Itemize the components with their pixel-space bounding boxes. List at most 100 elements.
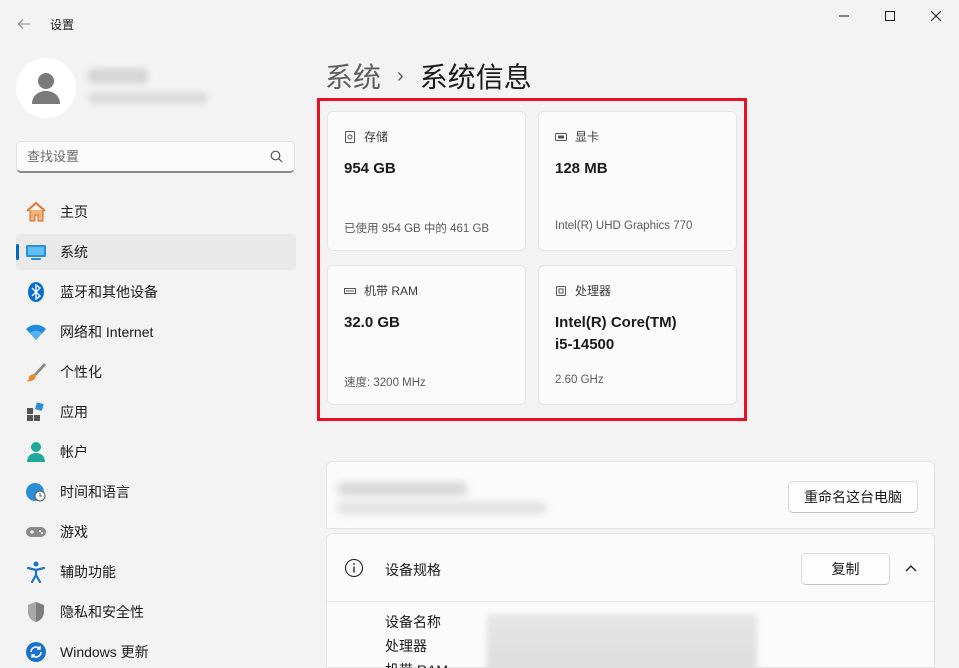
sidebar-item-label: 游戏	[60, 524, 88, 540]
sidebar-item-network[interactable]: 网络和 Internet	[16, 314, 296, 350]
sidebar-nav: 主页 系统 蓝牙和其他设备 网络和 Internet 个性化 应用 帐户 时间和…	[16, 194, 296, 668]
ram-card: 机带 RAM 32.0 GB 速度: 3200 MHz	[327, 265, 526, 405]
cpu-model-line2: i5-14500	[555, 336, 615, 353]
user-email-redacted	[88, 92, 208, 104]
home-icon	[25, 201, 47, 223]
sidebar-item-label: 辅助功能	[60, 564, 116, 580]
spec-row: 设备名称	[385, 612, 485, 636]
spec-key: 设备名称	[385, 614, 441, 630]
sidebar-item-label: 隐私和安全性	[60, 604, 144, 620]
storage-usage: 已使用 954 GB 中的 461 GB	[344, 223, 490, 235]
maximize-icon	[885, 11, 895, 21]
sidebar-item-system[interactable]: 系统	[16, 234, 296, 270]
user-profile[interactable]	[16, 56, 296, 120]
storage-value: 954 GB	[344, 160, 396, 177]
person-icon	[32, 73, 60, 104]
app-title: 设置	[50, 18, 75, 32]
account-icon	[25, 441, 47, 463]
spec-row: 处理器	[385, 636, 485, 660]
sidebar-item-windows-update[interactable]: Windows 更新	[16, 634, 296, 668]
minimize-button[interactable]	[821, 0, 867, 32]
storage-card: 存储 954 GB 已使用 954 GB 中的 461 GB	[327, 111, 526, 251]
ram-value: 32.0 GB	[344, 314, 400, 331]
search-input[interactable]	[17, 142, 257, 170]
cpu-card: 处理器 Intel(R) Core(TM) i5-14500 2.60 GHz	[538, 265, 737, 405]
sidebar-item-label: 个性化	[60, 364, 102, 380]
ram-speed: 速度: 3200 MHz	[344, 377, 426, 389]
spec-values-redacted	[487, 614, 757, 668]
close-button[interactable]	[913, 0, 959, 32]
search-icon[interactable]	[270, 150, 284, 164]
ram-icon	[344, 285, 356, 297]
breadcrumb-separator: ›	[397, 64, 404, 87]
gpu-name: Intel(R) UHD Graphics 770	[555, 220, 693, 232]
gamepad-icon	[25, 521, 47, 543]
storage-label: 存储	[364, 130, 389, 144]
copy-button[interactable]: 复制	[801, 553, 890, 585]
device-specs-title: 设备规格	[385, 562, 441, 578]
spec-key: 处理器	[385, 638, 427, 654]
device-specs-panel: 设备规格 复制 设备名称 处理器 机带 RAM	[326, 533, 935, 668]
user-name-redacted	[88, 68, 148, 84]
selection-indicator	[16, 244, 19, 260]
gpu-card: 显卡 128 MB Intel(R) UHD Graphics 770	[538, 111, 737, 251]
sidebar-item-home[interactable]: 主页	[16, 194, 296, 230]
sidebar-item-accounts[interactable]: 帐户	[16, 434, 296, 470]
sidebar-item-apps[interactable]: 应用	[16, 394, 296, 430]
sidebar-item-label: 网络和 Internet	[60, 324, 154, 340]
ram-label: 机带 RAM	[364, 284, 419, 298]
spec-row: 机带 RAM	[385, 660, 485, 668]
close-icon	[931, 11, 941, 21]
gpu-icon	[555, 131, 567, 143]
sidebar-item-label: 应用	[60, 404, 88, 420]
device-name-redacted	[337, 482, 467, 496]
breadcrumb-parent[interactable]: 系统	[325, 56, 381, 96]
sidebar-item-accessibility[interactable]: 辅助功能	[16, 554, 296, 590]
sidebar-item-gaming[interactable]: 游戏	[16, 514, 296, 550]
storage-icon	[344, 130, 356, 143]
system-icon	[25, 241, 47, 263]
bluetooth-icon	[25, 281, 47, 303]
cpu-frequency: 2.60 GHz	[555, 374, 604, 386]
sidebar-item-label: 系统	[60, 244, 88, 260]
cpu-value: Intel(R) Core(TM) i5-14500	[555, 312, 725, 356]
wifi-icon	[25, 321, 47, 343]
sidebar-item-personalization[interactable]: 个性化	[16, 354, 296, 390]
cpu-model-line1: Intel(R) Core(TM)	[555, 314, 677, 331]
spec-key: 机带 RAM	[385, 660, 485, 668]
brush-icon	[25, 361, 47, 383]
back-arrow-icon	[17, 19, 30, 29]
sidebar-item-label: 帐户	[60, 444, 88, 460]
back-button[interactable]	[10, 12, 38, 36]
device-specs-list: 设备名称 处理器 机带 RAM	[385, 612, 485, 668]
breadcrumb: 系统 › 系统信息	[325, 56, 532, 96]
accessibility-icon	[25, 561, 47, 583]
device-specs-header[interactable]: 设备规格 复制	[327, 534, 934, 602]
info-icon	[344, 558, 364, 578]
search-box[interactable]	[16, 141, 295, 173]
clock-globe-icon	[25, 481, 47, 503]
sidebar-item-label: 蓝牙和其他设备	[60, 284, 158, 300]
sidebar-item-label: 主页	[60, 204, 88, 220]
cpu-label: 处理器	[575, 284, 612, 298]
device-name-panel: 重命名这台电脑	[326, 461, 935, 529]
chevron-up-icon[interactable]	[901, 558, 921, 578]
sidebar-item-bluetooth[interactable]: 蓝牙和其他设备	[16, 274, 296, 310]
device-model-redacted	[337, 502, 547, 514]
page-title: 系统信息	[419, 62, 532, 93]
apps-icon	[25, 401, 47, 423]
sidebar-item-time-language[interactable]: 时间和语言	[16, 474, 296, 510]
rename-pc-button[interactable]: 重命名这台电脑	[788, 481, 918, 513]
avatar	[16, 58, 76, 118]
gpu-label: 显卡	[575, 130, 600, 144]
gpu-value: 128 MB	[555, 160, 608, 177]
update-icon	[25, 641, 47, 663]
minimize-icon	[839, 15, 849, 17]
shield-icon	[25, 601, 47, 623]
cpu-icon	[555, 285, 567, 297]
title-bar: 设置	[0, 0, 959, 48]
sidebar-item-label: Windows 更新	[60, 644, 149, 660]
sidebar-item-label: 时间和语言	[60, 484, 130, 500]
sidebar-item-privacy[interactable]: 隐私和安全性	[16, 594, 296, 630]
maximize-button[interactable]	[867, 0, 913, 32]
